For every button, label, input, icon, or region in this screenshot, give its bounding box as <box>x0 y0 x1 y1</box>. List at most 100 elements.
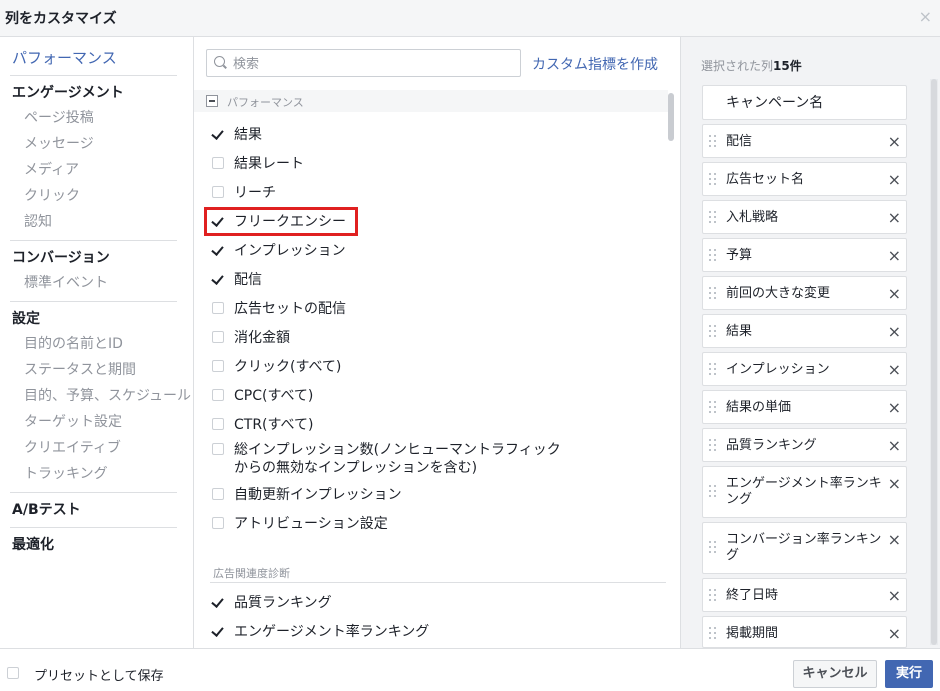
scrollbar[interactable] <box>930 79 938 645</box>
remove-icon[interactable]: × <box>888 210 901 226</box>
drag-handle-icon[interactable] <box>709 439 717 453</box>
checkbox[interactable] <box>212 418 224 430</box>
nav-ab-test[interactable]: A/Bテスト <box>12 501 81 519</box>
metric-label: インプレッション <box>234 243 346 259</box>
checkbox[interactable] <box>212 157 224 169</box>
selected-column[interactable]: 終了日時 × <box>702 578 907 612</box>
remove-icon[interactable]: × <box>888 532 901 548</box>
selected-column[interactable]: 予算 × <box>702 238 907 272</box>
nav-divider <box>10 492 177 493</box>
column-name: 品質ランキング <box>726 438 817 453</box>
remove-icon[interactable]: × <box>888 400 901 416</box>
drag-handle-icon[interactable] <box>709 211 717 225</box>
selected-column[interactable]: 掲載期間 × <box>702 616 907 648</box>
scrollbar-thumb[interactable] <box>931 79 937 645</box>
section-divider <box>210 582 666 583</box>
checkbox[interactable] <box>212 517 224 529</box>
checkbox[interactable] <box>212 360 224 372</box>
selected-column[interactable]: 入札戦略 × <box>702 200 907 234</box>
metric-label: CPC(すべて) <box>234 388 314 404</box>
checkbox[interactable] <box>212 596 224 608</box>
nav-divider <box>10 527 177 528</box>
remove-icon[interactable]: × <box>888 362 901 378</box>
cancel-button[interactable]: キャンセル <box>793 660 877 688</box>
remove-icon[interactable]: × <box>888 134 901 150</box>
selected-column[interactable]: エンゲージメント率ランキング × <box>702 466 907 518</box>
nav-item-messages[interactable]: メッセージ <box>24 135 94 153</box>
metric-label: 総インプレッション数(ノンヒューマントラフィックからの無効なインプレッションを含… <box>234 442 561 476</box>
drag-handle-icon[interactable] <box>709 249 717 263</box>
nav-item-page-posts[interactable]: ページ投稿 <box>24 109 94 127</box>
remove-icon[interactable]: × <box>888 588 901 604</box>
create-custom-metric-link[interactable]: カスタム指標を作成 <box>532 54 658 74</box>
metric-label: アトリビューション設定 <box>234 516 388 532</box>
drag-handle-icon[interactable] <box>709 363 717 377</box>
metric-label: 結果 <box>234 127 262 143</box>
nav-item-targeting[interactable]: ターゲット設定 <box>24 413 122 431</box>
drag-handle-icon[interactable] <box>709 589 717 603</box>
nav-engagement[interactable]: エンゲージメント <box>12 84 124 102</box>
drag-handle-icon[interactable] <box>709 485 717 499</box>
remove-icon[interactable]: × <box>888 248 901 264</box>
selected-column[interactable]: 結果 × <box>702 314 907 348</box>
nav-divider <box>10 75 177 76</box>
checkbox[interactable] <box>212 244 224 256</box>
nav-item-creative[interactable]: クリエイティブ <box>24 439 121 457</box>
checkbox[interactable] <box>212 443 224 455</box>
remove-icon[interactable]: × <box>888 286 901 302</box>
column-name: 結果 <box>726 324 753 339</box>
checkbox[interactable] <box>212 215 224 227</box>
remove-icon[interactable]: × <box>888 476 901 492</box>
dialog-title: 列をカスタマイズ <box>5 11 117 27</box>
checkbox[interactable] <box>212 302 224 314</box>
nav-item-objective-name-id[interactable]: 目的の名前とID <box>24 335 123 353</box>
selected-column[interactable]: インプレッション × <box>702 352 907 386</box>
close-icon[interactable]: × <box>919 7 932 26</box>
selected-column[interactable]: 前回の大きな変更 × <box>702 276 907 310</box>
selected-column[interactable]: 品質ランキング × <box>702 428 907 462</box>
metric-label: 自動更新インプレッション <box>234 487 402 503</box>
save-preset-label[interactable]: プリセットとして保存 <box>34 665 164 684</box>
scrollbar[interactable] <box>668 93 674 141</box>
drag-handle-icon[interactable] <box>709 627 717 641</box>
nav-item-tracking[interactable]: トラッキング <box>24 465 108 483</box>
nav-item-awareness[interactable]: 認知 <box>24 213 52 231</box>
remove-icon[interactable]: × <box>888 438 901 454</box>
remove-icon[interactable]: × <box>888 172 901 188</box>
drag-handle-icon[interactable] <box>709 541 717 555</box>
search-input[interactable] <box>231 54 515 74</box>
performance-section-header[interactable]: パフォーマンス <box>194 90 668 112</box>
nav-item-standard-events[interactable]: 標準イベント <box>24 274 108 292</box>
checkbox[interactable] <box>212 331 224 343</box>
remove-icon[interactable]: × <box>888 324 901 340</box>
apply-button[interactable]: 実行 <box>885 660 933 688</box>
search-box[interactable] <box>206 49 521 77</box>
nav-item-media[interactable]: メディア <box>24 161 79 179</box>
collapse-icon[interactable] <box>206 95 218 107</box>
drag-handle-icon[interactable] <box>709 401 717 415</box>
nav-item-objective-budget-schedule[interactable]: 目的、予算、スケジュール <box>24 387 191 405</box>
save-preset-checkbox[interactable] <box>7 667 19 679</box>
nav-item-status-duration[interactable]: ステータスと期間 <box>24 361 136 379</box>
checkbox[interactable] <box>212 389 224 401</box>
nav-item-clicks[interactable]: クリック <box>24 187 80 205</box>
drag-handle-icon[interactable] <box>709 173 717 187</box>
drag-handle-icon[interactable] <box>709 287 717 301</box>
selected-column[interactable]: 配信 × <box>702 124 907 158</box>
checkbox[interactable] <box>212 273 224 285</box>
checkbox[interactable] <box>212 488 224 500</box>
nav-optimization[interactable]: 最適化 <box>12 536 54 554</box>
remove-icon[interactable]: × <box>888 626 901 642</box>
selected-column[interactable]: 広告セット名 × <box>702 162 907 196</box>
nav-conversion[interactable]: コンバージョン <box>12 249 110 267</box>
checkbox[interactable] <box>212 186 224 198</box>
nav-performance[interactable]: パフォーマンス <box>12 49 117 67</box>
nav-settings[interactable]: 設定 <box>12 310 40 328</box>
selected-column[interactable]: 結果の単価 × <box>702 390 907 424</box>
drag-handle-icon[interactable] <box>709 325 717 339</box>
checkbox[interactable] <box>212 128 224 140</box>
selected-columns-panel: 選択された列15件 キャンペーン名 配信 × 広告セット名 × 入札戦略 × 予算 × … <box>680 37 940 648</box>
selected-column[interactable]: コンバージョン率ランキング × <box>702 522 907 574</box>
drag-handle-icon[interactable] <box>709 135 717 149</box>
checkbox[interactable] <box>212 625 224 637</box>
